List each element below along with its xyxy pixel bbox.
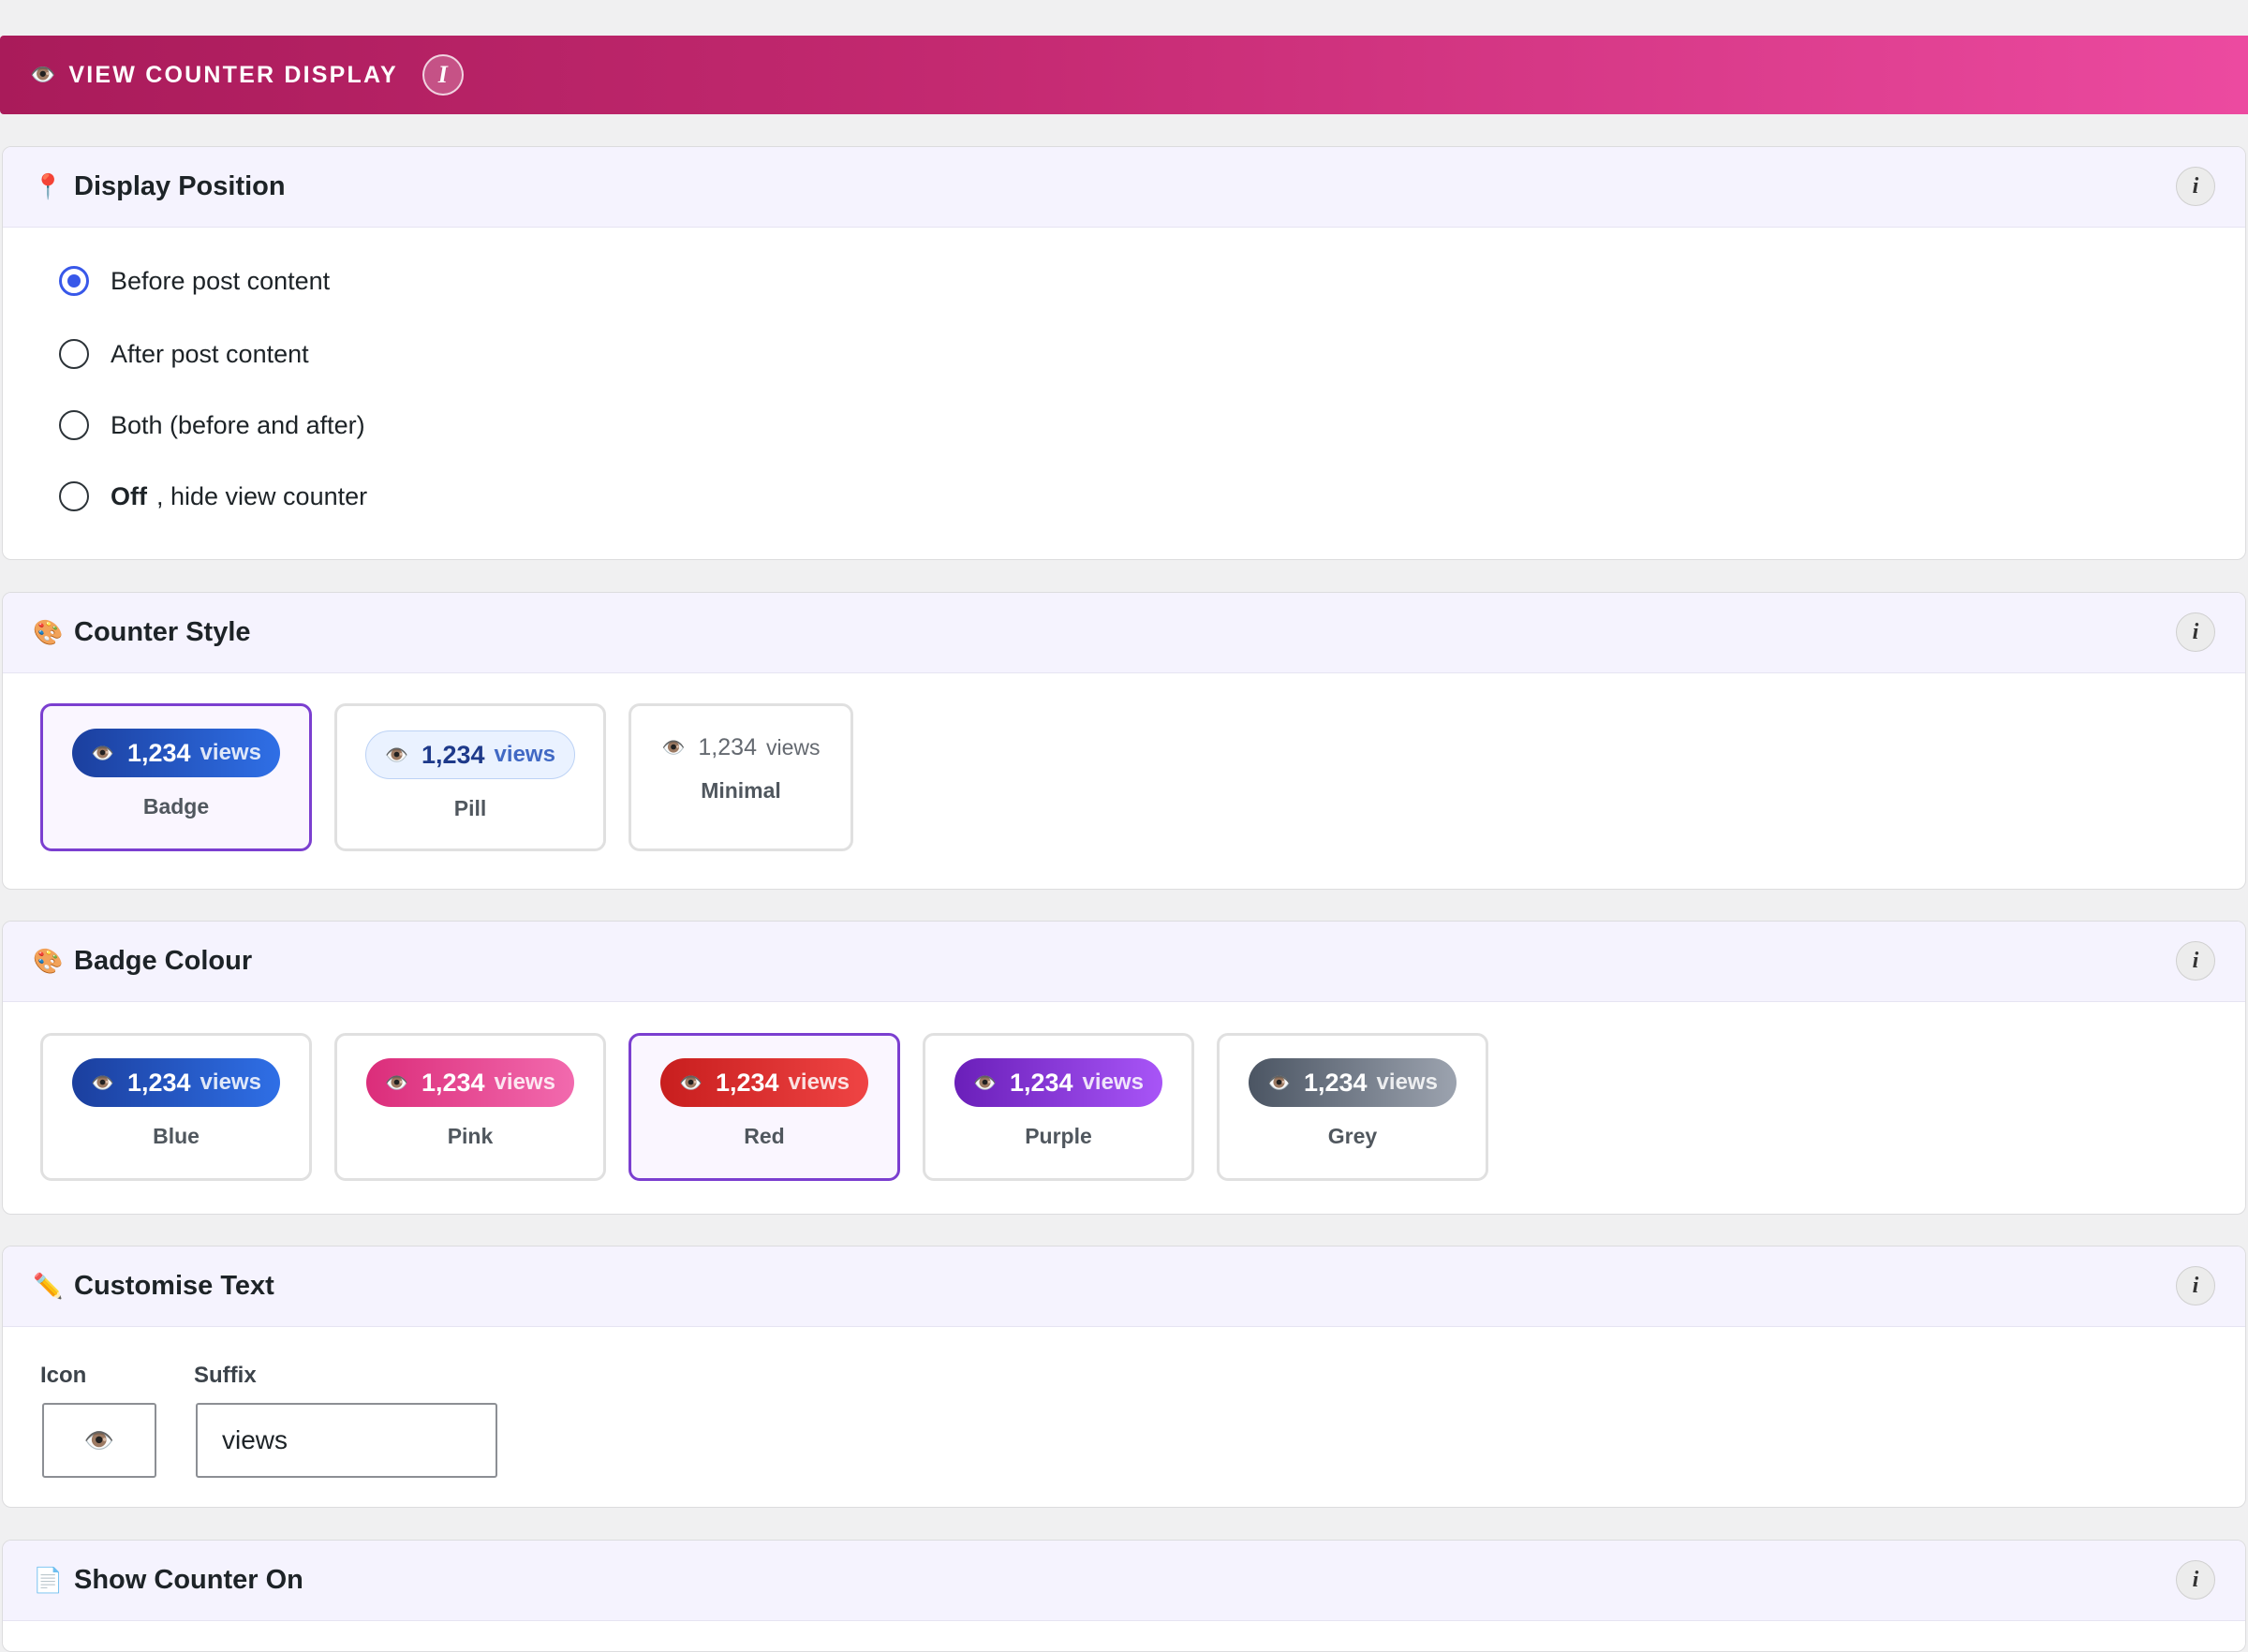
icon-field-value: 👁️ [83, 1425, 115, 1454]
badge-preview: 👁️ 1,234 views [72, 1058, 280, 1107]
minimal-suffix: views [765, 735, 821, 760]
option-name: Pill [453, 796, 487, 820]
badge-suffix: views [788, 1069, 850, 1095]
suffix-input[interactable]: views [196, 1403, 497, 1478]
style-option-pill[interactable]: 👁️ 1,234 views Pill [334, 703, 606, 851]
option-name: Purple [1025, 1124, 1092, 1148]
radio-label: After post content [111, 339, 309, 368]
info-icon[interactable]: i [2176, 612, 2215, 652]
radio-off[interactable]: Off , hide view counter [59, 481, 367, 511]
badge-preview: 👁️ 1,234 views [72, 729, 280, 777]
info-icon[interactable]: i [2176, 167, 2215, 206]
display-position-title: Display Position [74, 171, 286, 201]
banner-title: VIEW COUNTER DISPLAY [68, 61, 398, 88]
badge-preview: 👁️ 1,234 views [366, 1058, 574, 1107]
eye-icon: 👁️ [385, 745, 408, 766]
eye-icon: 👁️ [91, 1072, 114, 1094]
eye-icon: 👁️ [973, 1072, 997, 1094]
badge-suffix: views [1376, 1069, 1438, 1095]
colour-option-blue[interactable]: 👁️ 1,234 views Blue [40, 1033, 312, 1181]
option-name: Grey [1327, 1124, 1378, 1148]
badge-suffix: views [494, 1069, 555, 1095]
pill-suffix: views [494, 742, 555, 767]
radio-label: Both (before and after) [111, 410, 365, 439]
badge-count: 1,234 [1009, 1068, 1073, 1097]
show-counter-on-header: 📄 Show Counter On i [3, 1541, 2245, 1621]
customise-text-card: ✏️ Customise Text i Icon Suffix 👁️ views [2, 1246, 2246, 1508]
badge-count: 1,234 [126, 738, 191, 767]
display-position-header: 📍 Display Position i [3, 147, 2245, 228]
radio-after-content[interactable]: After post content [59, 339, 309, 369]
document-icon: 📄 [33, 1566, 64, 1594]
style-option-minimal[interactable]: 👁️ 1,234 views Minimal [629, 703, 853, 851]
icon-field-label: Icon [40, 1363, 87, 1388]
colour-option-purple[interactable]: 👁️ 1,234 views Purple [923, 1033, 1194, 1181]
eye-icon: 👁️ [385, 1072, 408, 1094]
colour-option-pink[interactable]: 👁️ 1,234 views Pink [334, 1033, 606, 1181]
minimal-count: 1,234 [698, 734, 757, 760]
colour-option-grey[interactable]: 👁️ 1,234 views Grey [1217, 1033, 1488, 1181]
suffix-input-value: views [222, 1425, 288, 1454]
style-option-badge[interactable]: 👁️ 1,234 views Badge [40, 703, 312, 851]
palette-icon: 🎨 [33, 947, 64, 975]
badge-colour-title: Badge Colour [74, 946, 253, 976]
pushpin-icon: 📍 [33, 172, 64, 200]
eye-icon: 👁️ [30, 63, 56, 86]
badge-preview: 👁️ 1,234 views [660, 1058, 868, 1107]
badge-colour-card: 🎨 Badge Colour i 👁️ 1,234 views Blue 👁️ … [2, 921, 2246, 1215]
badge-suffix: views [200, 1069, 261, 1095]
pill-count: 1,234 [421, 740, 485, 769]
eye-icon: 👁️ [91, 743, 114, 764]
radio-label: Off , hide view counter [111, 482, 367, 511]
counter-style-card: 🎨 Counter Style i 👁️ 1,234 views Badge 👁… [2, 592, 2246, 890]
display-position-card: 📍 Display Position i Before post content… [2, 146, 2246, 560]
radio-label-bold: Off [111, 481, 147, 510]
badge-suffix: views [1082, 1069, 1144, 1095]
badge-preview: 👁️ 1,234 views [954, 1058, 1162, 1107]
radio-button[interactable] [59, 266, 89, 296]
minimal-preview: 👁️ 1,234 views [662, 734, 821, 761]
radio-label-rest: , hide view counter [155, 481, 368, 510]
section-banner: 👁️ VIEW COUNTER DISPLAY I [0, 36, 2248, 114]
pencil-icon: ✏️ [33, 1272, 64, 1300]
badge-count: 1,234 [1303, 1068, 1368, 1097]
eye-icon: 👁️ [661, 738, 686, 759]
icon-field[interactable]: 👁️ [42, 1403, 156, 1478]
radio-before-content[interactable]: Before post content [59, 266, 330, 296]
pill-preview: 👁️ 1,234 views [365, 730, 575, 779]
badge-count: 1,234 [715, 1068, 779, 1097]
radio-label: Before post content [111, 266, 331, 295]
counter-style-title: Counter Style [74, 617, 251, 647]
radio-button[interactable] [59, 481, 89, 511]
option-name: Minimal [701, 778, 781, 803]
option-name: Red [744, 1124, 785, 1148]
radio-button[interactable] [59, 410, 89, 440]
info-icon[interactable]: i [2176, 1560, 2215, 1600]
counter-style-header: 🎨 Counter Style i [3, 593, 2245, 673]
option-name: Blue [153, 1124, 200, 1148]
eye-icon: 👁️ [1267, 1072, 1291, 1094]
badge-colour-header: 🎨 Badge Colour i [3, 922, 2245, 1002]
info-icon[interactable]: i [2176, 1266, 2215, 1305]
palette-icon: 🎨 [33, 618, 64, 646]
radio-button[interactable] [59, 339, 89, 369]
colour-option-red[interactable]: 👁️ 1,234 views Red [629, 1033, 900, 1181]
info-icon[interactable]: i [2176, 941, 2215, 981]
badge-count: 1,234 [126, 1068, 191, 1097]
badge-preview: 👁️ 1,234 views [1249, 1058, 1457, 1107]
eye-icon: 👁️ [679, 1072, 702, 1094]
option-name: Pink [447, 1124, 494, 1148]
banner-info-icon[interactable]: I [422, 54, 464, 96]
customise-text-header: ✏️ Customise Text i [3, 1246, 2245, 1327]
show-counter-on-card: 📄 Show Counter On i [2, 1540, 2246, 1652]
suffix-field-label: Suffix [194, 1363, 257, 1388]
radio-both[interactable]: Both (before and after) [59, 410, 365, 440]
show-counter-on-title: Show Counter On [74, 1565, 303, 1595]
customise-text-title: Customise Text [74, 1271, 274, 1301]
badge-suffix: views [200, 740, 261, 765]
option-name: Badge [142, 794, 210, 819]
badge-count: 1,234 [421, 1068, 485, 1097]
